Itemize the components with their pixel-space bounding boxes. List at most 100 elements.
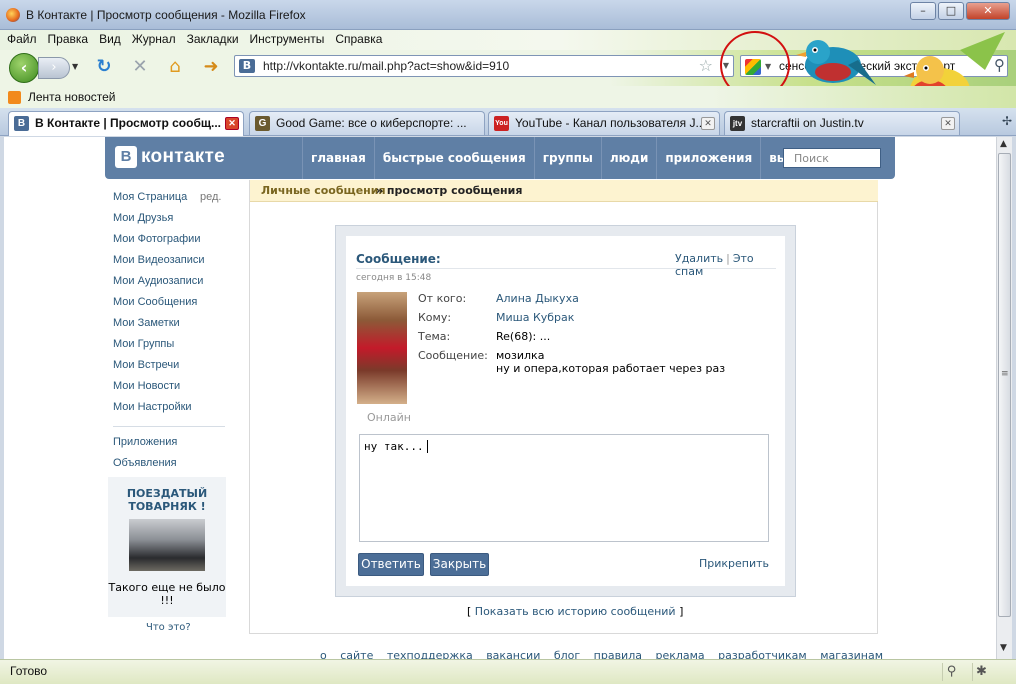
vk-footer-links[interactable]: о сайте техподдержка вакансии блог прави…: [320, 649, 883, 659]
delete-link[interactable]: Удалить: [675, 252, 723, 265]
menu-divider: [113, 426, 225, 427]
menu-bookmarks[interactable]: Закладки: [180, 30, 243, 46]
status-text: Готово: [10, 664, 48, 678]
online-status: Онлайн: [367, 411, 411, 424]
menu-edit[interactable]: Правка: [41, 30, 93, 46]
menu-my-photos[interactable]: Мои Фотографии: [113, 233, 233, 254]
page-content: В контакте главная быстрые сообщения гру…: [4, 137, 996, 659]
back-button[interactable]: ‹: [9, 53, 39, 83]
menu-applications[interactable]: Приложения: [113, 436, 233, 457]
reply-text: ну так...: [364, 440, 424, 453]
scroll-up-icon[interactable]: ▲: [1000, 139, 1007, 149]
menu-my-friends[interactable]: Мои Друзья: [113, 212, 233, 233]
tab-close-icon[interactable]: ✕: [701, 117, 715, 130]
reply-button[interactable]: Ответить: [358, 553, 424, 576]
vk-logo[interactable]: В контакте: [115, 146, 225, 168]
promo-ad[interactable]: ПОЕЗДАТЫЙ ТОВАРНЯК ! Такого еще не было …: [108, 477, 226, 617]
menu-my-messages[interactable]: Мои Сообщения: [113, 296, 233, 317]
home-icon[interactable]: ⌂: [164, 56, 186, 78]
tab-close-icon[interactable]: ✕: [225, 117, 239, 130]
recipient-link[interactable]: Миша Кубрак: [496, 311, 579, 330]
url-bar[interactable]: В http://vkontakte.ru/mail.php?act=show&…: [234, 55, 734, 77]
tab-youtube[interactable]: You YouTube - Канал пользователя J... ✕: [488, 111, 720, 135]
sender-link[interactable]: Алина Дыкуха: [496, 292, 579, 311]
header-divider: [356, 268, 776, 269]
edit-link[interactable]: ред.: [200, 191, 221, 203]
tab-strip: В В Контакте | Просмотр сообщ... ✕ G Goo…: [0, 108, 1016, 136]
attach-link[interactable]: Прикрепить: [699, 557, 769, 570]
reload-icon[interactable]: ↻: [93, 56, 115, 78]
bookmark-manager-icon[interactable]: ➜: [200, 56, 222, 78]
promo-title[interactable]: ПОЕЗДАТЫЙ ТОВАРНЯК !: [108, 487, 226, 513]
tab-goodgame[interactable]: G Good Game: все о киберспорте: ...: [249, 111, 485, 135]
left-menu: Моя Страница ред. Мои Друзья Мои Фотогра…: [113, 191, 233, 478]
message-body-line: ну и опера,которая работает через раз: [496, 362, 726, 375]
vk-header: В контакте главная быстрые сообщения гру…: [105, 137, 895, 179]
bookmark-star-icon[interactable]: ☆: [699, 56, 713, 75]
tab-vkontakte[interactable]: В В Контакте | Просмотр сообщ... ✕: [8, 111, 244, 136]
nav-apps[interactable]: приложения: [656, 137, 760, 179]
menu-my-groups[interactable]: Мои Группы: [113, 338, 233, 359]
bookmark-news-feed[interactable]: Лента новостей: [28, 90, 116, 104]
message-body: мозилка ну и опера,которая работает чере…: [496, 349, 725, 375]
menu-my-page[interactable]: Моя Страница ред.: [113, 191, 233, 212]
subject-label: Тема:: [418, 330, 451, 343]
nav-quick-messages[interactable]: быстрые сообщения: [373, 137, 534, 179]
menu-item-label[interactable]: Моя Страница: [113, 191, 187, 203]
message-body-line: мозилка: [496, 349, 545, 362]
menu-my-settings[interactable]: Мои Настройки: [113, 401, 233, 422]
sender-avatar[interactable]: [357, 292, 407, 404]
message-heading: Сообщение:: [356, 252, 441, 266]
menu-ads[interactable]: Объявления: [113, 457, 233, 478]
vk-search-input[interactable]: Поиск: [783, 148, 881, 168]
forward-button[interactable]: ›: [38, 57, 70, 79]
message-actions: Удалить | Это спам: [675, 252, 785, 278]
nav-home[interactable]: главная: [302, 137, 374, 179]
menu-my-videos[interactable]: Мои Видеозаписи: [113, 254, 233, 275]
scroll-down-icon[interactable]: ▼: [1000, 643, 1007, 653]
tab-justintv[interactable]: jtv starcraftii on Justin.tv ✕: [724, 111, 960, 135]
tab-label: Good Game: все о киберспорте: ...: [276, 116, 467, 130]
rss-icon: [8, 91, 21, 104]
nav-people[interactable]: люди: [600, 137, 657, 179]
firebug-icon[interactable]: ✱: [972, 663, 990, 681]
menu-history[interactable]: Журнал: [125, 30, 180, 46]
promo-text: Такого еще не было !!!: [108, 581, 226, 607]
nav-groups[interactable]: группы: [533, 137, 601, 179]
bookmarks-toolbar: Лента новостей: [0, 86, 1016, 108]
menu-my-audio[interactable]: Мои Аудиозаписи: [113, 275, 233, 296]
goodgame-favicon-icon: G: [255, 116, 270, 131]
menu-my-notes[interactable]: Мои Заметки: [113, 317, 233, 338]
menu-view[interactable]: Вид: [92, 30, 125, 46]
scrollbar-thumb[interactable]: [998, 153, 1011, 617]
status-addon-icon[interactable]: ⚲: [942, 663, 960, 681]
scroll-grip-icon: ≡: [1001, 369, 1009, 379]
separator: |: [726, 252, 730, 265]
menu-tools[interactable]: Инструменты: [243, 30, 329, 46]
menu-my-news[interactable]: Мои Новости: [113, 380, 233, 401]
url-text[interactable]: http://vkontakte.ru/mail.php?act=show&id…: [263, 59, 509, 73]
message-panel: Сообщение: Удалить | Это спам сегодня в 15…: [346, 236, 785, 586]
history-link-wrapper: [ Показать всю историю сообщений ]: [467, 605, 683, 618]
minimize-button[interactable]: –: [910, 2, 936, 20]
history-dropdown-icon[interactable]: ▼: [72, 62, 78, 71]
main-column: Личные сообщения » просмотр сообщения Со…: [249, 180, 878, 634]
vk-logo-text: контакте: [141, 146, 225, 167]
tab-label: В Контакте | Просмотр сообщ...: [35, 116, 221, 130]
menu-help[interactable]: Справка: [328, 30, 386, 46]
breadcrumb-parent[interactable]: Личные сообщения: [261, 184, 386, 197]
menu-file[interactable]: Файл: [0, 30, 41, 46]
vertical-scrollbar[interactable]: ▲ ≡ ▼: [996, 137, 1012, 659]
new-tab-icon[interactable]: ✢: [1002, 114, 1012, 128]
promo-train-image[interactable]: [129, 519, 205, 571]
show-history-link[interactable]: Показать всю историю сообщений: [475, 605, 676, 618]
menu-my-events[interactable]: Мои Встречи: [113, 359, 233, 380]
stop-icon[interactable]: ✕: [129, 56, 151, 78]
tab-close-icon[interactable]: ✕: [941, 117, 955, 130]
reply-textarea[interactable]: ну так...: [359, 434, 769, 542]
close-window-button[interactable]: ✕: [966, 2, 1010, 20]
close-message-button[interactable]: Закрыть: [430, 553, 489, 576]
whatis-link[interactable]: Что это?: [146, 622, 191, 633]
message-date: сегодня в 15:48: [356, 273, 432, 283]
maximize-button[interactable]: □: [938, 2, 964, 20]
